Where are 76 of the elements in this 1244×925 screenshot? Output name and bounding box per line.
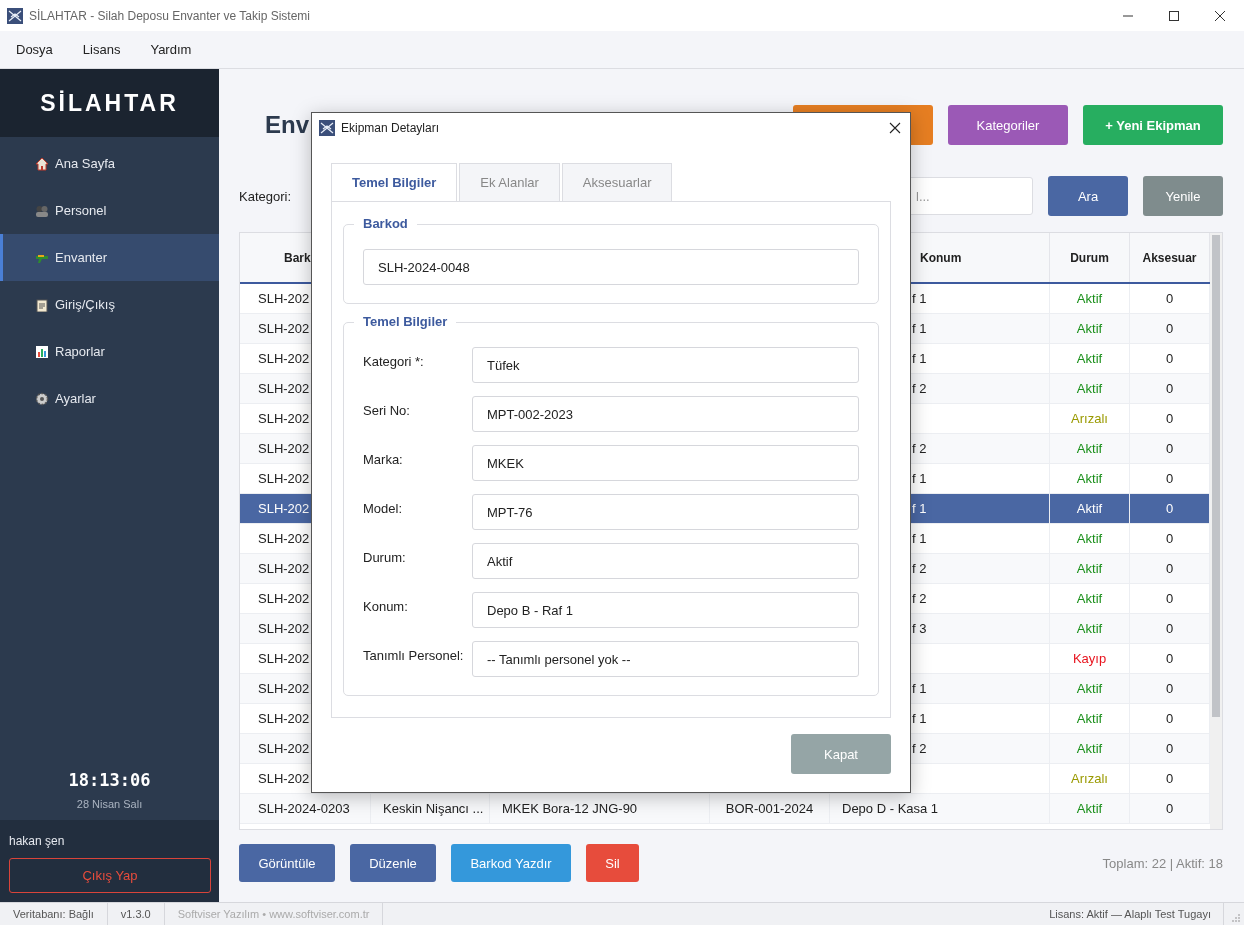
close-icon[interactable] xyxy=(1214,9,1226,22)
group-title: Temel Bilgiler xyxy=(354,314,457,329)
dialog-title: Ekipman Detayları xyxy=(341,121,440,135)
input-field[interactable]: -- Tanımlı personel yok -- xyxy=(472,641,859,677)
status-cell: Aktif xyxy=(1050,464,1130,493)
sidebar-item[interactable]: Envanter xyxy=(0,234,219,281)
app-icon xyxy=(319,120,335,136)
input-field[interactable]: SLH-2024-0048 xyxy=(363,249,859,285)
logo-text: SİLAHTAR xyxy=(0,69,219,137)
status-cell: Aktif xyxy=(1050,284,1130,313)
status-cell: Aktif xyxy=(1050,434,1130,463)
status-cell: Aktif xyxy=(1050,344,1130,373)
input-field[interactable]: MPT-002-2023 xyxy=(472,396,859,432)
logout-button[interactable]: Çıkış Yap xyxy=(9,858,211,893)
status-cell: Aktif xyxy=(1050,704,1130,733)
status-cell: Aktif xyxy=(1050,374,1130,403)
menu-item[interactable]: Lisans xyxy=(82,42,121,57)
license-text: Lisans: Aktif — Alaplı Test Tugayı xyxy=(1049,903,1224,925)
tab[interactable]: Temel Bilgiler xyxy=(331,163,458,201)
status-cell: Aktif xyxy=(1050,554,1130,583)
settings-icon xyxy=(35,391,49,406)
sidebar-item[interactable]: Personel xyxy=(0,187,219,234)
sidebar-item[interactable]: Ana Sayfa xyxy=(0,140,219,187)
input-field[interactable]: Aktif xyxy=(472,543,859,579)
categories-button[interactable]: Kategoriler xyxy=(948,105,1068,145)
input-field[interactable]: MKEK xyxy=(472,445,859,481)
status-cell: Aktif xyxy=(1050,314,1130,343)
filter-label: Kategori: xyxy=(239,188,292,204)
status-cell: Aktif xyxy=(1050,494,1130,523)
status-cell: Aktif xyxy=(1050,734,1130,763)
input-field[interactable]: Tüfek xyxy=(472,347,859,383)
input-field[interactable]: Depo B - Raf 1 xyxy=(472,592,859,628)
search-button[interactable]: Ara xyxy=(1048,176,1128,216)
status-cell: Aktif xyxy=(1050,584,1130,613)
group-title: Barkod xyxy=(354,216,417,231)
status-text: Veritabanı: Bağlı xyxy=(0,903,108,925)
table-cell: Keskin Nişancı ... xyxy=(371,794,490,823)
action-button[interactable]: Görüntüle xyxy=(239,844,335,882)
table-row[interactable]: SLH-2024-0203 Keskin Nişancı ... MKEK Bora-12 JNG-90 BOR-001-2024 Depo D - Kasa 1 Aktif 0 xyxy=(240,794,1210,824)
status-cell: Arızalı xyxy=(1050,764,1130,793)
date-text: 28 Nisan Salı xyxy=(75,798,144,810)
status-cell: Arızalı xyxy=(1050,404,1130,433)
table-cell: MKEK Bora-12 JNG-90 xyxy=(490,794,710,823)
status-cell: Aktif xyxy=(1050,524,1130,553)
status-cell: Aktif xyxy=(1050,614,1130,643)
column-header[interactable]: Durum xyxy=(1050,233,1130,282)
table-cell: BOR-001-2024 xyxy=(710,794,830,823)
status-cell: Aktif xyxy=(1050,674,1130,703)
sidebar-item[interactable]: Ayarlar xyxy=(0,375,219,422)
sidebar-item[interactable]: Raporlar xyxy=(0,328,219,375)
window-title: SİLAHTAR - Silah Deposu Envanter ve Takip Sistemi xyxy=(29,8,310,23)
table-cell: SLH-2024-0203 xyxy=(240,794,371,823)
user-name: hakan şen xyxy=(9,834,66,848)
app-icon xyxy=(7,7,23,24)
table-cell: Depo D - Kasa 1 xyxy=(830,794,1050,823)
people-icon xyxy=(35,203,49,218)
menu-item[interactable]: Dosya xyxy=(16,42,53,57)
delete-button[interactable]: Sil xyxy=(586,844,639,882)
sidebar-item[interactable]: Giriş/Çıkış xyxy=(0,281,219,328)
menu-item[interactable]: Yardım xyxy=(150,42,192,57)
house-icon xyxy=(35,156,49,171)
status-cell: Aktif xyxy=(1050,794,1130,823)
summary-text: Toplam: 22 | Aktif: 18 xyxy=(1102,855,1223,871)
input-field[interactable]: MPT-76 xyxy=(472,494,859,530)
scrollbar-thumb[interactable] xyxy=(1212,235,1220,717)
status-text: Softviser Yazılım • www.softviser.com.tr xyxy=(164,903,384,925)
resize-grip-icon[interactable] xyxy=(1232,914,1240,922)
action-button[interactable]: Düzenle xyxy=(350,844,436,882)
clipboard-icon xyxy=(35,297,49,312)
clock-text: 18:13:06 xyxy=(67,770,152,790)
status-cell: Kayıp xyxy=(1050,644,1130,673)
page-title: Env xyxy=(265,111,309,139)
maximize-icon[interactable] xyxy=(1168,9,1180,22)
bar-chart-icon xyxy=(35,344,49,359)
close-icon[interactable] xyxy=(889,122,901,134)
status-text: v1.3.0 xyxy=(107,903,165,925)
